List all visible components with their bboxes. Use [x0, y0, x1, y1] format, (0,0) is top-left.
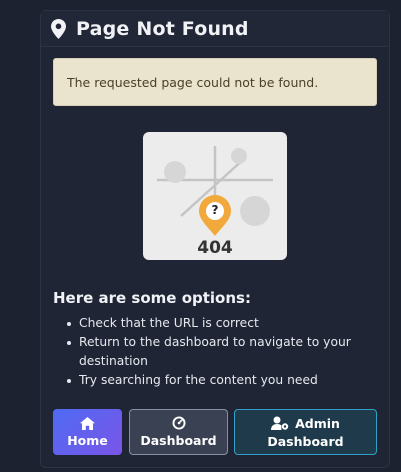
- user-gear-icon: [271, 416, 289, 430]
- dashboard-button-label: Dashboard: [140, 433, 217, 448]
- home-button-label: Home: [67, 432, 108, 448]
- page-title: Page Not Found: [76, 17, 249, 40]
- not-found-alert: The requested page could not be found.: [53, 58, 377, 106]
- dashboard-button[interactable]: Dashboard: [129, 409, 228, 455]
- map-pin-icon: [51, 18, 66, 39]
- list-item: Check that the URL is correct: [53, 314, 353, 333]
- not-found-illustration: ? 404: [143, 132, 287, 260]
- options-list: Check that the URL is correct Return to …: [53, 314, 353, 390]
- home-icon: [80, 416, 95, 433]
- panel-header: Page Not Found: [41, 11, 389, 47]
- alert-message: The requested page could not be found.: [67, 74, 319, 90]
- home-button[interactable]: Home: [53, 409, 122, 455]
- marker-question-mark: ?: [211, 203, 219, 217]
- error-code: 404: [197, 238, 233, 258]
- admin-button-label-line1: Admin: [295, 415, 340, 431]
- list-item: Try searching for the content you need: [53, 371, 353, 390]
- admin-button-label-line2: Dashboard: [267, 433, 344, 449]
- admin-dashboard-button[interactable]: Admin Dashboard: [234, 409, 377, 455]
- list-item: Return to the dashboard to navigate to y…: [53, 333, 353, 371]
- gauge-icon: [172, 416, 186, 433]
- not-found-panel: Page Not Found The requested page could …: [40, 10, 390, 468]
- options-heading: Here are some options:: [53, 289, 251, 307]
